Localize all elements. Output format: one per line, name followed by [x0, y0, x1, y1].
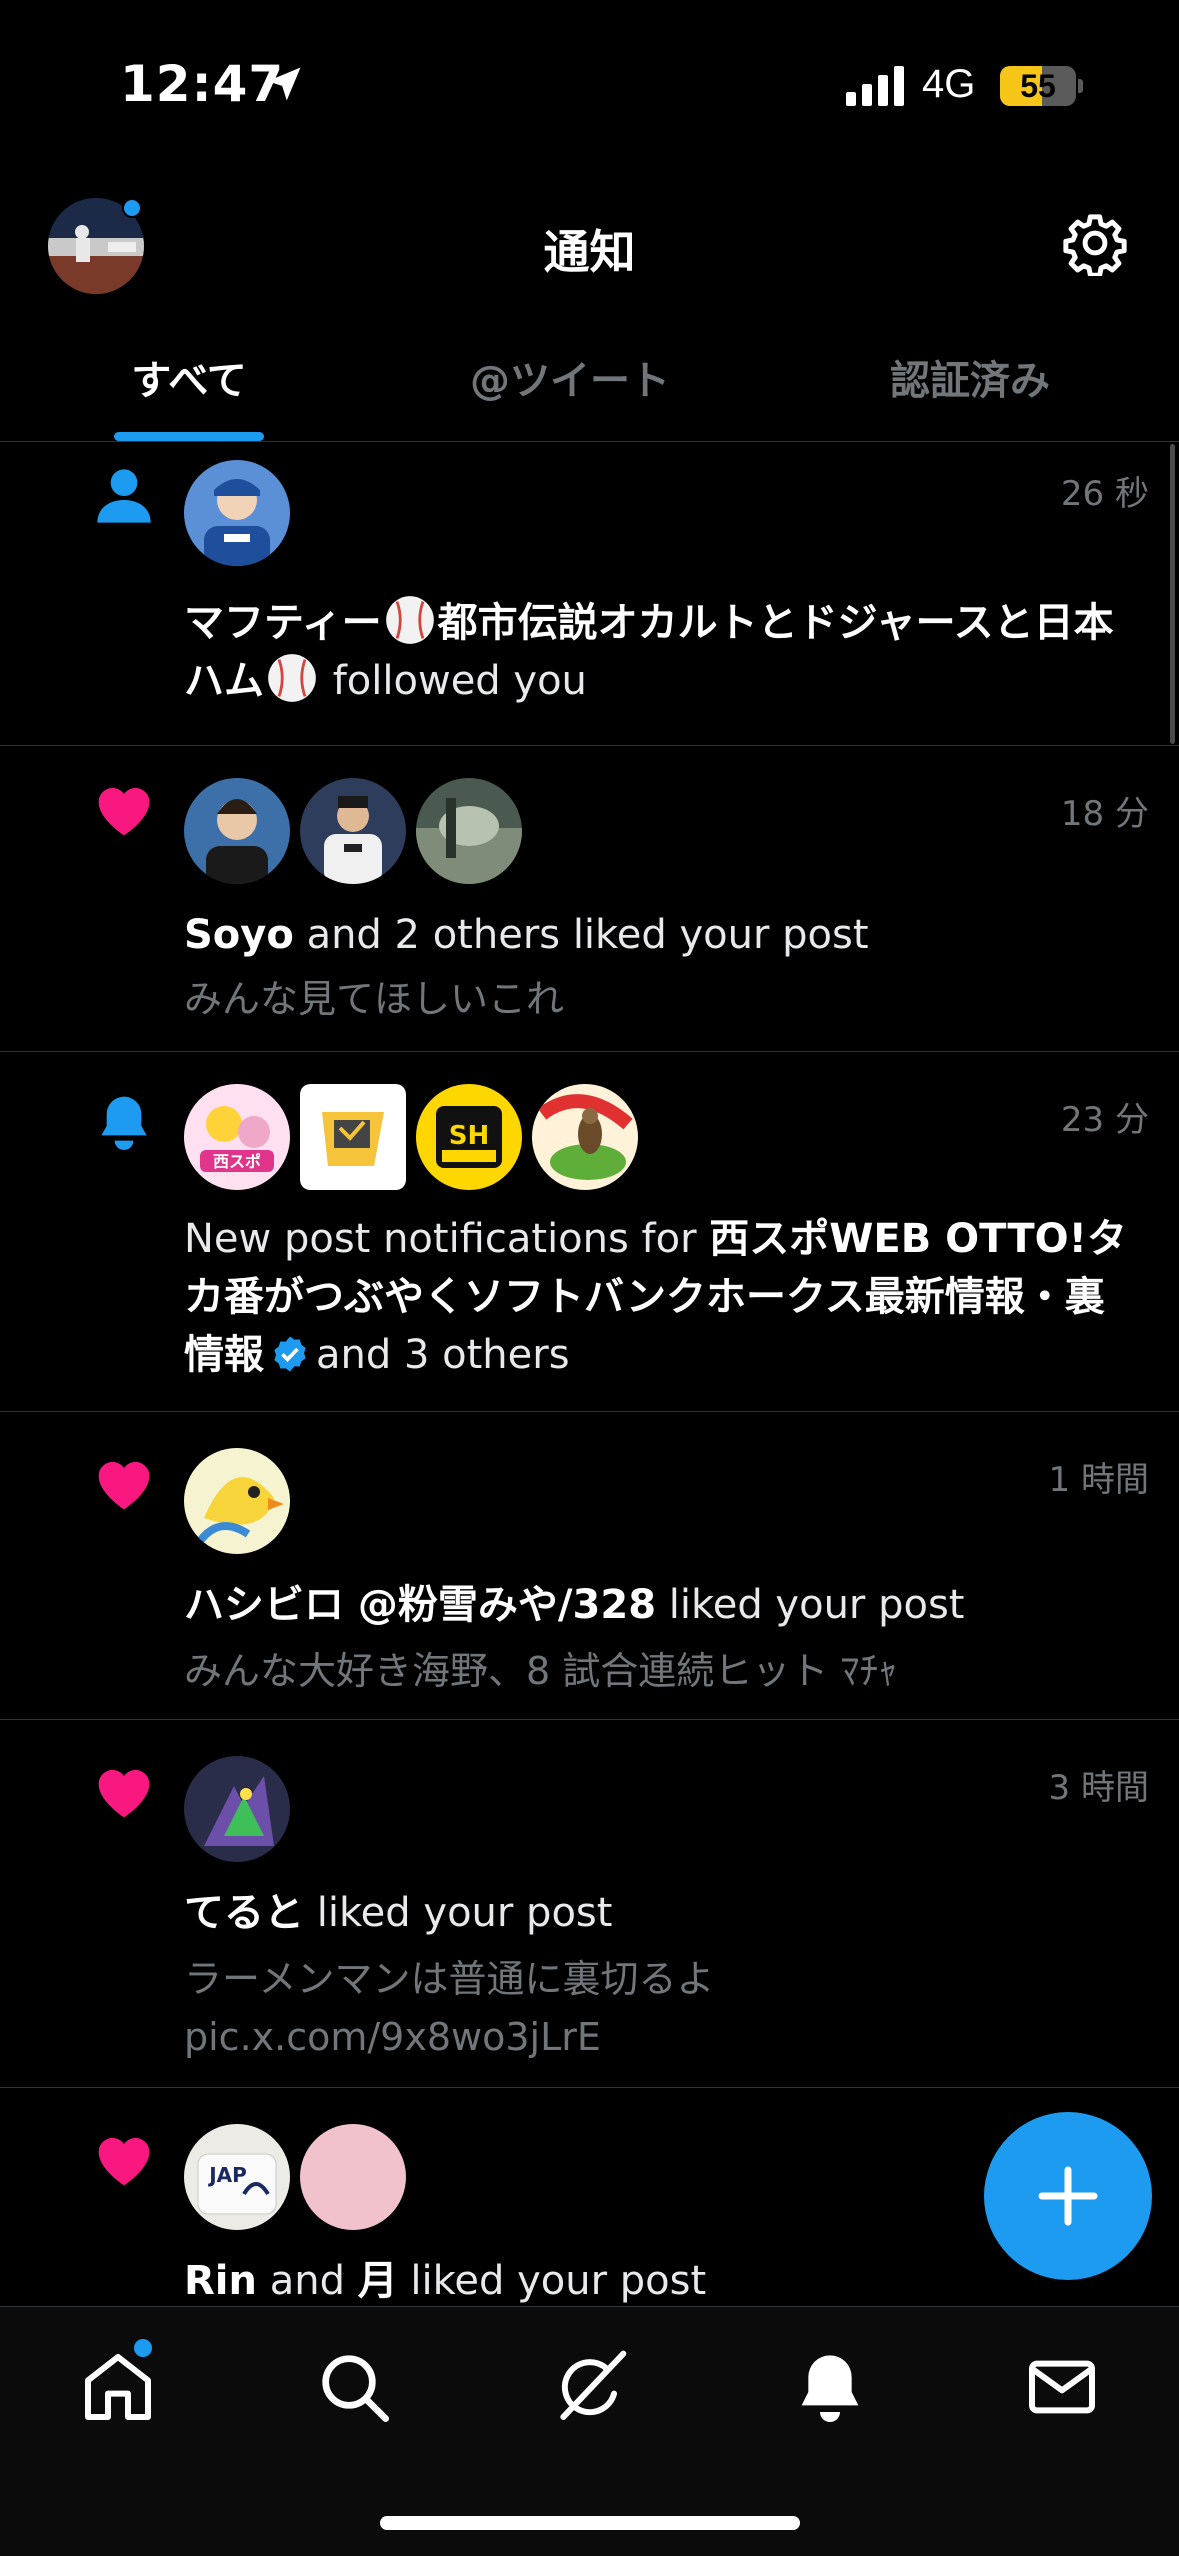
- notification-prefix: New post notifications for: [184, 1216, 697, 1262]
- notification-list: 26 秒 マフティー 都市伝説オカルトとドジャースと日本ハム followed y…: [0, 442, 1179, 2306]
- heart-icon: [98, 2137, 150, 2186]
- heart-icon: [98, 787, 150, 836]
- conjunction: and: [269, 2258, 345, 2304]
- user-name[interactable]: マフティー: [184, 600, 382, 646]
- notification-suffix: and 3 others: [316, 1332, 570, 1378]
- status-time: 12:47: [120, 55, 285, 113]
- avatar[interactable]: [532, 1084, 638, 1190]
- scroll-indicator[interactable]: [1170, 444, 1175, 744]
- avatar[interactable]: [300, 2124, 406, 2230]
- profile-unread-dot: [122, 198, 142, 218]
- notification-time: 18 分: [1060, 794, 1149, 834]
- notification-action: liked your post: [668, 1582, 965, 1628]
- notification-item[interactable]: 18 分 Soyo and 2 others liked your post み…: [0, 746, 1179, 1052]
- compose-post-button[interactable]: [984, 2112, 1152, 2280]
- notification-time: 23 分: [1060, 1100, 1149, 1140]
- plus-icon: [1038, 2166, 1098, 2226]
- user-name[interactable]: Rin: [184, 2258, 257, 2304]
- user-name[interactable]: ハシビロ @粉雪みや/328: [184, 1582, 656, 1628]
- battery-tip: [1078, 79, 1083, 93]
- tab-all[interactable]: すべて: [114, 348, 264, 406]
- bell-icon: [101, 1096, 147, 1150]
- notification-time: 26 秒: [1060, 474, 1149, 514]
- user-name[interactable]: Soyo: [184, 912, 294, 958]
- notification-time: 3 時間: [1048, 1768, 1149, 1808]
- cellular-signal-icon: [846, 66, 904, 106]
- heart-icon: [98, 1769, 150, 1818]
- mail-icon[interactable]: [1022, 2347, 1102, 2427]
- svg-text:SH: SH: [449, 1121, 490, 1151]
- notification-item[interactable]: 26 秒 マフティー 都市伝説オカルトとドジャースと日本ハム followed y…: [0, 442, 1179, 746]
- battery-percent: 55: [1020, 68, 1056, 104]
- notification-text: New post notifications for 西スポWEB OTTO!タ…: [184, 1210, 1144, 1384]
- heart-icon: [98, 1461, 150, 1510]
- avatar[interactable]: [300, 1084, 406, 1190]
- page-title: 通知: [543, 225, 636, 279]
- avatar[interactable]: [184, 460, 290, 566]
- location-arrow-icon: [267, 67, 301, 101]
- notification-action: and 2 others liked your post: [306, 912, 869, 958]
- search-icon[interactable]: [314, 2347, 394, 2427]
- notification-tabs: すべて @ツイート 認証済み: [0, 330, 1179, 442]
- home-indicator[interactable]: [380, 2516, 800, 2530]
- post-snippet: みんな見てほしいこれ: [184, 977, 565, 1021]
- notification-action: followed you: [332, 658, 587, 704]
- user-name[interactable]: 月: [358, 2258, 398, 2304]
- avatar[interactable]: [184, 1756, 290, 1862]
- person-icon: [97, 469, 151, 523]
- active-tab-indicator: [114, 432, 264, 441]
- network-type: 4G: [922, 62, 976, 106]
- avatar[interactable]: [416, 778, 522, 884]
- notification-text: マフティー 都市伝説オカルトとドジャースと日本ハム followed you: [184, 594, 1144, 710]
- gear-icon[interactable]: [1062, 210, 1128, 276]
- notification-text: ハシビロ @粉雪みや/328 liked your post: [184, 1576, 1144, 1634]
- avatar[interactable]: 西スポ: [184, 1084, 290, 1190]
- baseball-emoji-icon: [385, 596, 434, 644]
- post-snippet: みんな大好き海野、8 試合連続ヒット ﾏﾁｬ: [184, 1649, 898, 1693]
- post-snippet: ラーメンマンは普通に裏切るよ pic.x.com/9x8wo3jLrE: [184, 1957, 715, 2059]
- notification-text: Soyo and 2 others liked your post: [184, 906, 1144, 964]
- home-unread-dot: [134, 2339, 152, 2357]
- notification-text: てると liked your post: [184, 1884, 1144, 1942]
- notification-action: liked your post: [316, 1890, 613, 1936]
- avatar[interactable]: [184, 778, 290, 884]
- notification-item[interactable]: 西スポ SH 23 分 New post notifications for 西…: [0, 1052, 1179, 1412]
- grok-icon[interactable]: [550, 2347, 630, 2427]
- notification-action: liked your post: [410, 2258, 707, 2304]
- tab-mentions[interactable]: @ツイート: [440, 348, 700, 406]
- notification-item[interactable]: 3 時間 てると liked your post ラーメンマンは普通に裏切るよ …: [0, 1720, 1179, 2088]
- bell-icon[interactable]: [790, 2347, 870, 2427]
- status-bar: 12:47 4G 55: [0, 0, 1179, 150]
- home-icon[interactable]: [78, 2347, 158, 2427]
- verified-badge-icon: [274, 1336, 306, 1372]
- avatar[interactable]: [184, 1448, 290, 1554]
- battery-icon: 55: [1000, 66, 1076, 106]
- notification-item[interactable]: 1 時間 ハシビロ @粉雪みや/328 liked your post みんな大…: [0, 1412, 1179, 1720]
- tab-verified[interactable]: 認証済み: [860, 348, 1080, 406]
- svg-text:JAP: JAP: [207, 2163, 247, 2187]
- avatar[interactable]: SH: [416, 1084, 522, 1190]
- notification-time: 1 時間: [1048, 1460, 1149, 1500]
- baseball-emoji-icon: [268, 654, 316, 702]
- avatar[interactable]: [300, 778, 406, 884]
- user-name[interactable]: てると: [184, 1890, 304, 1936]
- svg-text:西スポ: 西スポ: [213, 1152, 261, 1171]
- avatar[interactable]: JAP: [184, 2124, 290, 2230]
- app-header: 通知: [0, 190, 1179, 300]
